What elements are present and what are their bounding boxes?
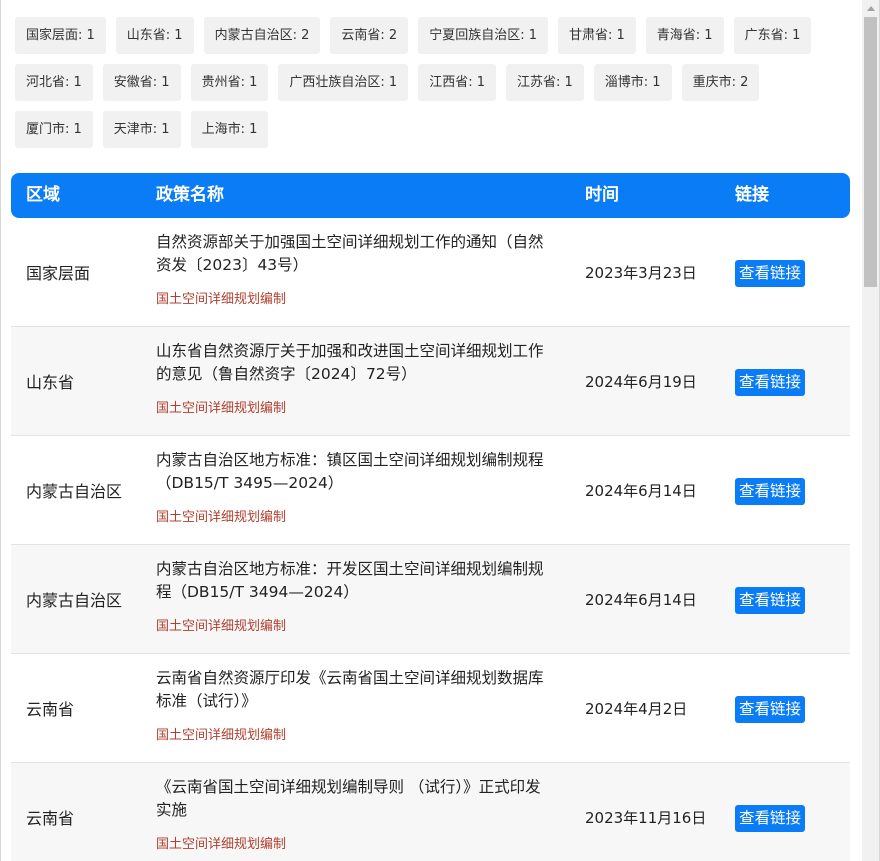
row-category-tag: 国土空间详细规划编制	[156, 401, 287, 416]
scroll-up-arrow-icon[interactable]	[862, 0, 879, 17]
region-tag[interactable]: 江西省: 1	[418, 64, 496, 101]
row-policy-name: 《云南省国土空间详细规划编制导则 （试行）》正式印发实施	[156, 778, 541, 819]
region-tag[interactable]: 云南省: 2	[330, 17, 409, 54]
row-policy-name: 内蒙古自治区地方标准：镇区国土空间详细规划编制规程（DB15/T 3495—20…	[156, 451, 544, 492]
header-link: 链接	[735, 185, 769, 205]
row-region: 山东省	[26, 373, 75, 392]
row-policy-name: 内蒙古自治区地方标准：开发区国土空间详细规划编制规程（DB15/T 3494—2…	[156, 560, 544, 601]
view-link-button[interactable]: 查看链接	[735, 696, 806, 723]
region-tag[interactable]: 安徽省: 1	[102, 64, 181, 101]
header-policy-name: 政策名称	[156, 185, 224, 205]
region-tag[interactable]: 广西壮族自治区: 1	[278, 64, 409, 101]
region-tag[interactable]: 国家层面: 1	[15, 17, 106, 54]
region-filter-tags: 国家层面: 1 山东省: 1 内蒙古自治区: 2 云南省: 2 宁夏回族自治区:…	[15, 17, 845, 158]
region-tag[interactable]: 上海市: 1	[190, 111, 269, 148]
view-link-button[interactable]: 查看链接	[735, 587, 806, 614]
policy-table: 区域 政策名称 时间 链接 国家层面 自然资源部关于加强国土空间详细规划工作的通…	[11, 173, 850, 861]
row-policy-name: 云南省自然资源厅印发《云南省国土空间详细规划数据库标准（试行）》	[156, 669, 544, 710]
row-date: 2024年4月2日	[585, 699, 688, 718]
header-date: 时间	[585, 185, 619, 205]
scrollbar-thumb[interactable]	[864, 17, 877, 287]
table-row: 内蒙古自治区 内蒙古自治区地方标准：镇区国土空间详细规划编制规程（DB15/T …	[11, 436, 850, 545]
row-date: 2024年6月14日	[585, 481, 697, 500]
page-content: 国家层面: 1 山东省: 1 内蒙古自治区: 2 云南省: 2 宁夏回族自治区:…	[0, 0, 860, 861]
table-row: 内蒙古自治区 内蒙古自治区地方标准：开发区国土空间详细规划编制规程（DB15/T…	[11, 545, 850, 654]
row-policy-name: 山东省自然资源厅关于加强和改进国土空间详细规划工作的意见（鲁自然资字〔2024〕…	[156, 342, 544, 383]
region-tag[interactable]: 广东省: 1	[733, 17, 812, 54]
table-row: 云南省 云南省自然资源厅印发《云南省国土空间详细规划数据库标准（试行）》 国土空…	[11, 654, 850, 763]
row-date: 2024年6月19日	[585, 372, 697, 391]
row-category-tag: 国土空间详细规划编制	[156, 619, 287, 634]
row-region: 内蒙古自治区	[26, 482, 123, 501]
row-category-tag: 国土空间详细规划编制	[156, 292, 287, 307]
table-row: 国家层面 自然资源部关于加强国土空间详细规划工作的通知（自然资发〔2023〕43…	[11, 218, 850, 327]
view-link-button[interactable]: 查看链接	[735, 369, 806, 396]
row-region: 云南省	[26, 809, 75, 828]
row-category-tag: 国土空间详细规划编制	[156, 728, 287, 743]
region-tag[interactable]: 重庆市: 2	[681, 64, 760, 101]
view-link-button[interactable]: 查看链接	[735, 260, 806, 287]
region-tag[interactable]: 内蒙古自治区: 2	[203, 17, 321, 54]
row-region: 云南省	[26, 700, 75, 719]
region-tag[interactable]: 江苏省: 1	[505, 64, 584, 101]
header-region: 区域	[26, 185, 60, 205]
row-category-tag: 国土空间详细规划编制	[156, 510, 287, 525]
table-row: 山东省 山东省自然资源厅关于加强和改进国土空间详细规划工作的意见（鲁自然资字〔2…	[11, 327, 850, 436]
region-tag[interactable]: 厦门市: 1	[15, 111, 93, 148]
region-tag[interactable]: 宁夏回族自治区: 1	[418, 17, 548, 54]
table-header: 区域 政策名称 时间 链接	[11, 173, 850, 218]
row-region: 国家层面	[26, 264, 91, 283]
region-tag[interactable]: 河北省: 1	[15, 64, 93, 101]
row-region: 内蒙古自治区	[26, 591, 123, 610]
table-row: 云南省 《云南省国土空间详细规划编制导则 （试行）》正式印发实施 国土空间详细规…	[11, 763, 850, 861]
region-tag[interactable]: 山东省: 1	[115, 17, 194, 54]
region-tag[interactable]: 天津市: 1	[102, 111, 181, 148]
row-date: 2023年11月16日	[585, 808, 707, 827]
vertical-scrollbar[interactable]	[862, 0, 879, 861]
region-tag[interactable]: 贵州省: 1	[190, 64, 269, 101]
row-policy-name: 自然资源部关于加强国土空间详细规划工作的通知（自然资发〔2023〕43号）	[156, 233, 544, 274]
region-tag[interactable]: 青海省: 1	[645, 17, 724, 54]
row-date: 2023年3月23日	[585, 263, 697, 282]
row-category-tag: 国土空间详细规划编制	[156, 837, 287, 852]
row-date: 2024年6月14日	[585, 590, 697, 609]
region-tag[interactable]: 淄博市: 1	[593, 64, 672, 101]
region-tag[interactable]: 甘肃省: 1	[557, 17, 636, 54]
view-link-button[interactable]: 查看链接	[735, 478, 806, 505]
view-link-button[interactable]: 查看链接	[735, 805, 806, 832]
